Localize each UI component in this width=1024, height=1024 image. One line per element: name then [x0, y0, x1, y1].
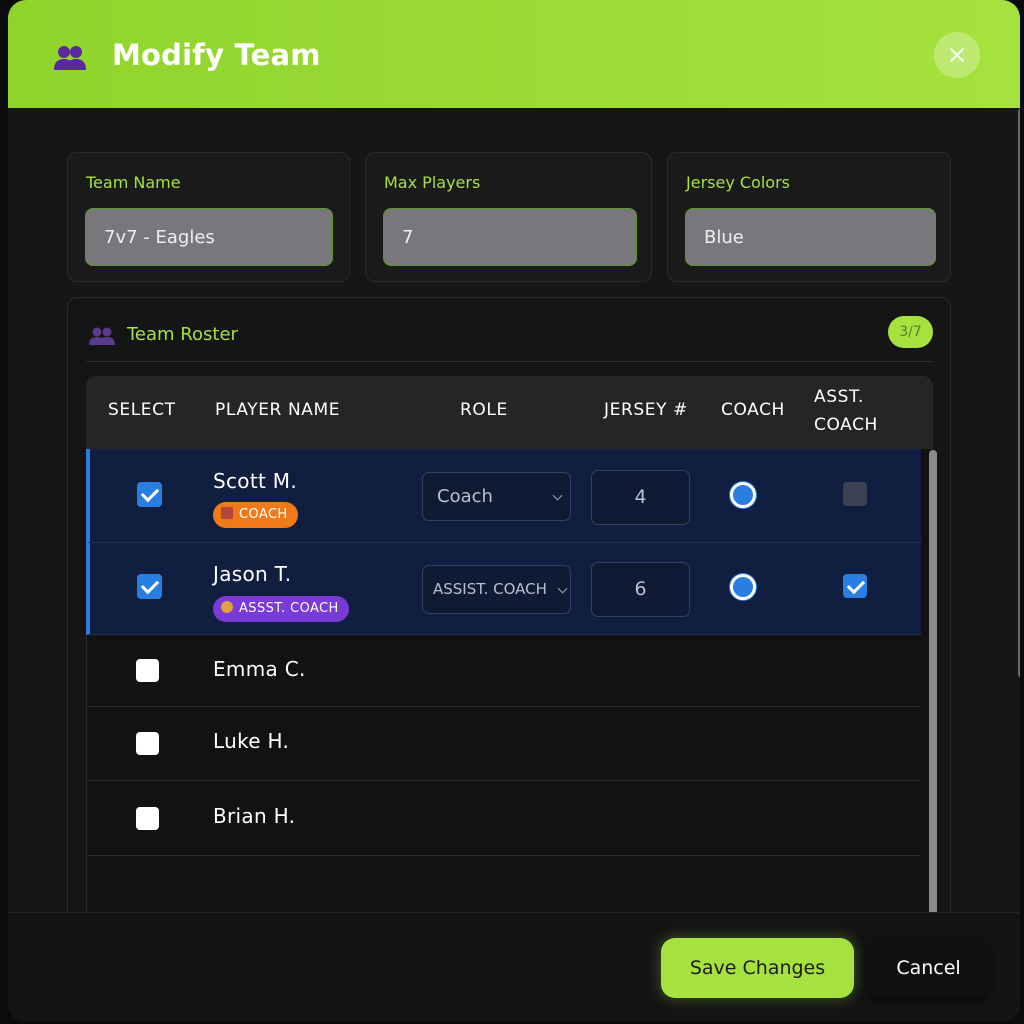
roster-count-badge: 3/7 [888, 316, 933, 348]
role-select-value: ASSIST. COACH [433, 580, 547, 598]
player-name: Luke H. [213, 729, 290, 753]
table-row[interactable]: Jason T. ASSST. COACH ASSIST. COACH 6 [86, 543, 921, 635]
max-players-input[interactable] [383, 208, 637, 266]
coach-radio[interactable] [730, 482, 756, 508]
role-badge-coach: COACH [213, 502, 298, 528]
table-row[interactable]: Brian H. [86, 781, 921, 856]
users-icon [89, 327, 115, 345]
column-select: SELECT [108, 400, 176, 420]
column-player-name: PLAYER NAME [215, 400, 341, 420]
team-name-input[interactable] [85, 208, 333, 266]
dialog-header: Modify Team [8, 0, 1020, 108]
team-name-label: Team Name [86, 173, 181, 192]
role-select[interactable]: ASSIST. COACH [422, 565, 571, 614]
close-button[interactable] [934, 32, 980, 78]
dialog-title: Modify Team [112, 38, 321, 72]
role-badge-label: COACH [239, 507, 288, 522]
select-checkbox[interactable] [136, 807, 159, 830]
jersey-number-input[interactable]: 4 [591, 470, 690, 525]
select-checkbox[interactable] [136, 732, 159, 755]
role-badge-label: ASSST. COACH [239, 601, 339, 616]
table-scrollbar[interactable] [929, 450, 937, 915]
player-name: Emma C. [213, 657, 306, 681]
chevron-down-icon [552, 490, 563, 501]
modify-team-dialog: Modify Team Team Name Max Players Jersey… [8, 0, 1020, 1022]
jersey-colors-input[interactable] [685, 208, 936, 266]
table-row[interactable]: Luke H. [86, 707, 921, 781]
divider [86, 361, 932, 362]
jersey-colors-card: Jersey Colors [667, 152, 951, 282]
select-checkbox[interactable] [137, 482, 162, 507]
table-row[interactable]: Emma C. [86, 635, 921, 707]
player-name: Brian H. [213, 804, 296, 828]
role-badge-asst-coach: ASSST. COACH [213, 596, 349, 622]
save-changes-button[interactable]: Save Changes [661, 938, 854, 998]
users-icon [54, 46, 86, 70]
column-coach: COACH [721, 400, 785, 420]
select-checkbox[interactable] [137, 574, 162, 599]
player-name: Scott M. [213, 469, 297, 493]
chevron-down-icon [557, 583, 568, 594]
column-asst-coach-line2: COACH [814, 415, 878, 435]
role-select[interactable]: Coach [422, 472, 571, 521]
roster-title: Team Roster [127, 324, 238, 345]
select-checkbox[interactable] [136, 659, 159, 682]
coach-radio[interactable] [730, 574, 756, 600]
player-name: Jason T. [213, 562, 292, 586]
roster-table: SELECT PLAYER NAME ROLE JERSEY # COACH A… [86, 376, 933, 936]
asst-coach-icon [221, 601, 233, 613]
team-name-card: Team Name [67, 152, 350, 282]
asst-coach-checkbox[interactable] [843, 482, 867, 506]
team-roster-panel: Team Roster 3/7 SELECT PLAYER NAME ROLE … [67, 297, 951, 937]
column-role: ROLE [460, 400, 508, 420]
coach-icon [221, 507, 233, 519]
role-select-value: Coach [437, 486, 493, 507]
jersey-number-input[interactable]: 6 [591, 562, 690, 617]
max-players-card: Max Players [365, 152, 652, 282]
table-row[interactable]: Scott M. COACH Coach 4 [86, 449, 921, 543]
cancel-button[interactable]: Cancel [867, 938, 990, 998]
max-players-label: Max Players [384, 173, 481, 192]
dialog-scrollbar[interactable] [1018, 108, 1020, 678]
column-jersey: JERSEY # [604, 400, 688, 420]
column-asst-coach-line1: ASST. [814, 387, 864, 407]
asst-coach-checkbox[interactable] [843, 574, 867, 598]
table-header: SELECT PLAYER NAME ROLE JERSEY # COACH A… [86, 376, 933, 449]
jersey-colors-label: Jersey Colors [686, 173, 790, 192]
